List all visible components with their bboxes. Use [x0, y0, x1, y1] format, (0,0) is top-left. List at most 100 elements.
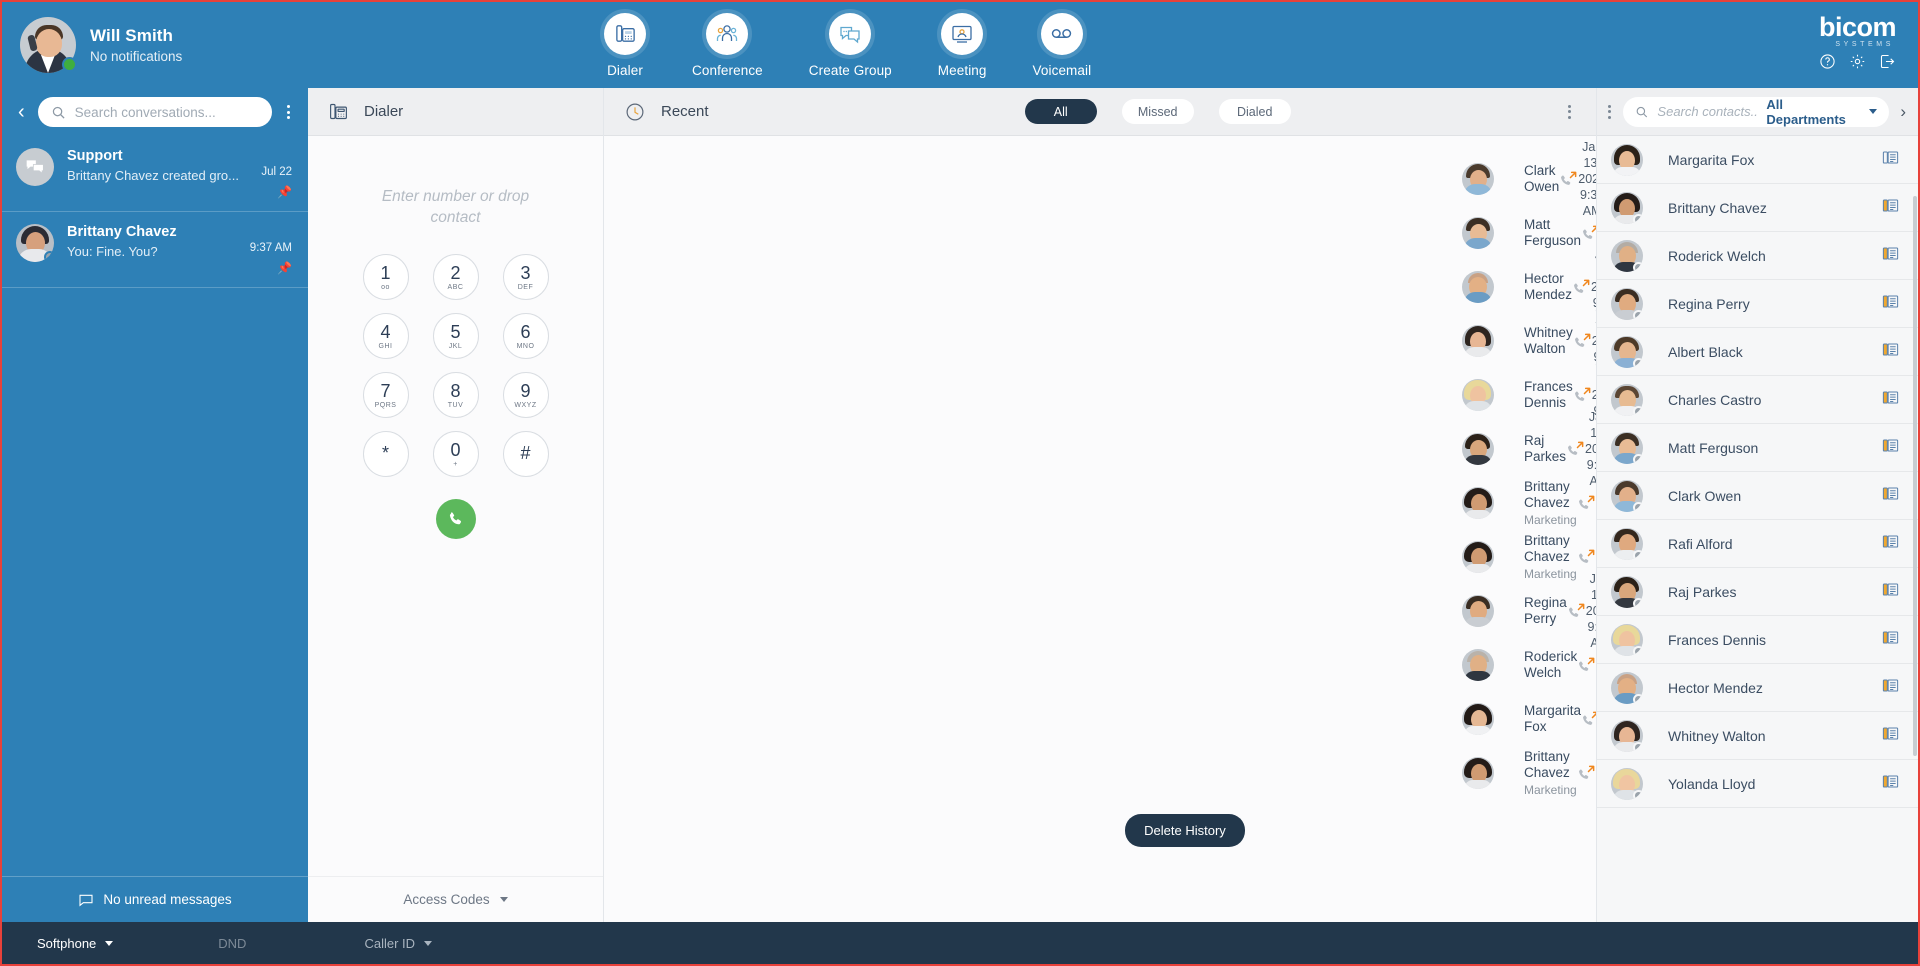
contact-card-icon[interactable]	[1881, 484, 1900, 508]
contact-list: Margarita Fox Brittany Chavez Roderick W…	[1597, 136, 1918, 922]
dialpad-key-number: 0	[450, 439, 461, 460]
dialpad-key-1[interactable]: 1 oo	[362, 254, 409, 300]
current-user-block[interactable]: Will Smith No notifications	[2, 17, 332, 73]
dialpad-key-9[interactable]: 9 WXYZ	[502, 372, 549, 418]
list-item[interactable]: Charles Castro	[1597, 376, 1918, 424]
conversations-menu-icon[interactable]	[282, 101, 295, 123]
contact-card-icon[interactable]	[1881, 244, 1900, 268]
contact-card-icon[interactable]	[1881, 388, 1900, 412]
table-row[interactable]: Clark Owen Jan 13, 2022 9:38 AM 0:00:01	[604, 140, 1596, 218]
list-item[interactable]: Hector Mendez	[1597, 664, 1918, 712]
list-item[interactable]: Margarita Fox	[1597, 136, 1918, 184]
department-filter-label: All Departments	[1766, 96, 1846, 127]
list-item[interactable]: Rafi Alford	[1597, 520, 1918, 568]
tab-dialed[interactable]: Dialed	[1218, 99, 1291, 124]
gear-icon[interactable]	[1849, 53, 1866, 75]
dialpad-key-number: *	[381, 443, 389, 463]
list-item[interactable]: Albert Black	[1597, 328, 1918, 376]
contact-card-icon[interactable]	[1881, 148, 1900, 172]
table-row[interactable]: Matt Ferguson Jan 13, 2022 9:38 AM 0:00:…	[604, 206, 1596, 260]
department-filter-dropdown[interactable]: All Departments	[1766, 96, 1878, 127]
list-item[interactable]: Brittany Chavez You: Fine. You? 9:37 AM …	[2, 212, 308, 288]
access-codes-dropdown[interactable]: Access Codes	[308, 876, 603, 922]
nav-item-create-group[interactable]: Create Group	[809, 12, 892, 78]
logout-icon[interactable]	[1879, 53, 1896, 75]
dialpad-key-6[interactable]: 6 MNO	[502, 313, 549, 359]
pin-icon[interactable]: 📌	[277, 185, 292, 199]
dialpad-key-number: 5	[450, 321, 461, 342]
dialpad-key-hash[interactable]: #	[502, 431, 549, 477]
avatar	[1462, 163, 1494, 195]
contact-card-icon[interactable]	[1881, 196, 1900, 220]
help-icon[interactable]	[1819, 53, 1836, 75]
search-contacts-input[interactable]	[1657, 104, 1758, 119]
dialpad-key-star[interactable]: *	[362, 431, 409, 477]
pin-icon[interactable]: 📌	[277, 261, 292, 275]
unread-messages-bar[interactable]: No unread messages	[2, 876, 308, 922]
call-contact: Matt Ferguson	[1524, 217, 1581, 249]
contact-card-icon[interactable]	[1881, 436, 1900, 460]
table-row[interactable]: Frances Dennis Jan 13, 2022 9:37 AM 0:00…	[604, 356, 1596, 422]
nav-item-conference[interactable]: Conference	[692, 12, 763, 78]
dial-number-display[interactable]: Enter number or drop contact	[308, 186, 603, 228]
dialpad-key-0[interactable]: 0 +	[432, 431, 479, 477]
list-item[interactable]: Whitney Walton	[1597, 712, 1918, 760]
chevron-left-icon[interactable]: ‹	[15, 102, 28, 122]
dialpad-key-5[interactable]: 5 JKL	[432, 313, 479, 359]
avatar	[1611, 479, 1643, 512]
nav-item-voicemail[interactable]: Voicemail	[1033, 12, 1092, 78]
list-item[interactable]: Regina Perry	[1597, 280, 1918, 328]
delete-history-button[interactable]: Delete History	[1125, 814, 1245, 847]
table-row[interactable]: Margarita Fox Jan 13, 2022 9:37 AM 0:00:…	[604, 692, 1596, 746]
caller-id-selector[interactable]: Caller ID	[364, 936, 433, 951]
search-conversations-input[interactable]	[74, 104, 259, 120]
call-contact: Roderick Welch	[1524, 649, 1577, 681]
conversation-meta: 9:37 AM 📌	[250, 224, 292, 275]
contact-card-icon[interactable]	[1881, 292, 1900, 316]
list-item[interactable]: Yolanda Lloyd	[1597, 760, 1918, 808]
table-row[interactable]: Hector Mendez Jan 13, 2022 9:38 AM 0:00:…	[604, 248, 1596, 326]
list-item[interactable]: Brittany Chavez	[1597, 184, 1918, 232]
list-item[interactable]: Frances Dennis	[1597, 616, 1918, 664]
table-row[interactable]: Brittany Chavez Marketing Jan 13, 2022 9…	[604, 746, 1596, 800]
dialpad-key-4[interactable]: 4 GHI	[362, 313, 409, 359]
dialpad-key-8[interactable]: 8 TUV	[432, 372, 479, 418]
recent-menu-icon[interactable]	[1563, 101, 1576, 123]
avatar	[1611, 671, 1643, 704]
table-row[interactable]: Whitney Walton Jan 13, 2022 9:37 AM 0:00…	[604, 302, 1596, 368]
contact-card-icon[interactable]	[1881, 772, 1900, 796]
contact-card-icon[interactable]	[1881, 340, 1900, 364]
tab-all[interactable]: All	[1024, 99, 1097, 124]
list-item[interactable]: Support Brittany Chavez created gro... J…	[2, 136, 308, 212]
contacts-menu-icon[interactable]	[1603, 101, 1616, 123]
contacts-scrollbar[interactable]	[1913, 196, 1917, 756]
contact-card-icon[interactable]	[1881, 676, 1900, 700]
table-row[interactable]: Brittany Chavez Marketing Jan 13, 2022 9…	[604, 530, 1596, 584]
dialpad-key-3[interactable]: 3 DEF	[502, 254, 549, 300]
table-row[interactable]: Regina Perry Jan 13, 2022 9:37 AM 0:00:0…	[604, 572, 1596, 650]
contact-card-icon[interactable]	[1881, 724, 1900, 748]
nav-item-dialer[interactable]: Dialer	[604, 12, 646, 78]
table-row[interactable]: Roderick Welch Jan 13, 2022 9:37 AM 0:00…	[604, 638, 1596, 692]
table-row[interactable]: Raj Parkes Jan 13, 2022 9:37 AM 0:00:01	[604, 410, 1596, 488]
chevron-right-icon[interactable]: ›	[1896, 102, 1910, 122]
list-item[interactable]: Roderick Welch	[1597, 232, 1918, 280]
dnd-toggle[interactable]: DND	[218, 936, 246, 951]
list-item[interactable]: Matt Ferguson	[1597, 424, 1918, 472]
presence-offline-dot	[1633, 357, 1643, 368]
list-item[interactable]: Clark Owen	[1597, 472, 1918, 520]
presence-offline-dot	[1633, 645, 1643, 656]
contact-card-icon[interactable]	[1881, 532, 1900, 556]
table-row[interactable]: Brittany Chavez Marketing Jan 13, 2022 9…	[604, 476, 1596, 530]
call-button[interactable]	[435, 499, 476, 539]
list-item[interactable]: Raj Parkes	[1597, 568, 1918, 616]
softphone-selector[interactable]: Softphone	[37, 936, 114, 951]
tab-missed[interactable]: Missed	[1121, 99, 1194, 124]
dialpad-key-2[interactable]: 2 ABC	[432, 254, 479, 300]
dialpad-key-7[interactable]: 7 PQRS	[362, 372, 409, 418]
contact-card-icon[interactable]	[1881, 580, 1900, 604]
nav-item-meeting[interactable]: Meeting	[938, 12, 987, 78]
conversations-search-pill[interactable]	[37, 97, 272, 127]
contacts-search-pill[interactable]: All Departments	[1623, 96, 1890, 127]
contact-card-icon[interactable]	[1881, 628, 1900, 652]
